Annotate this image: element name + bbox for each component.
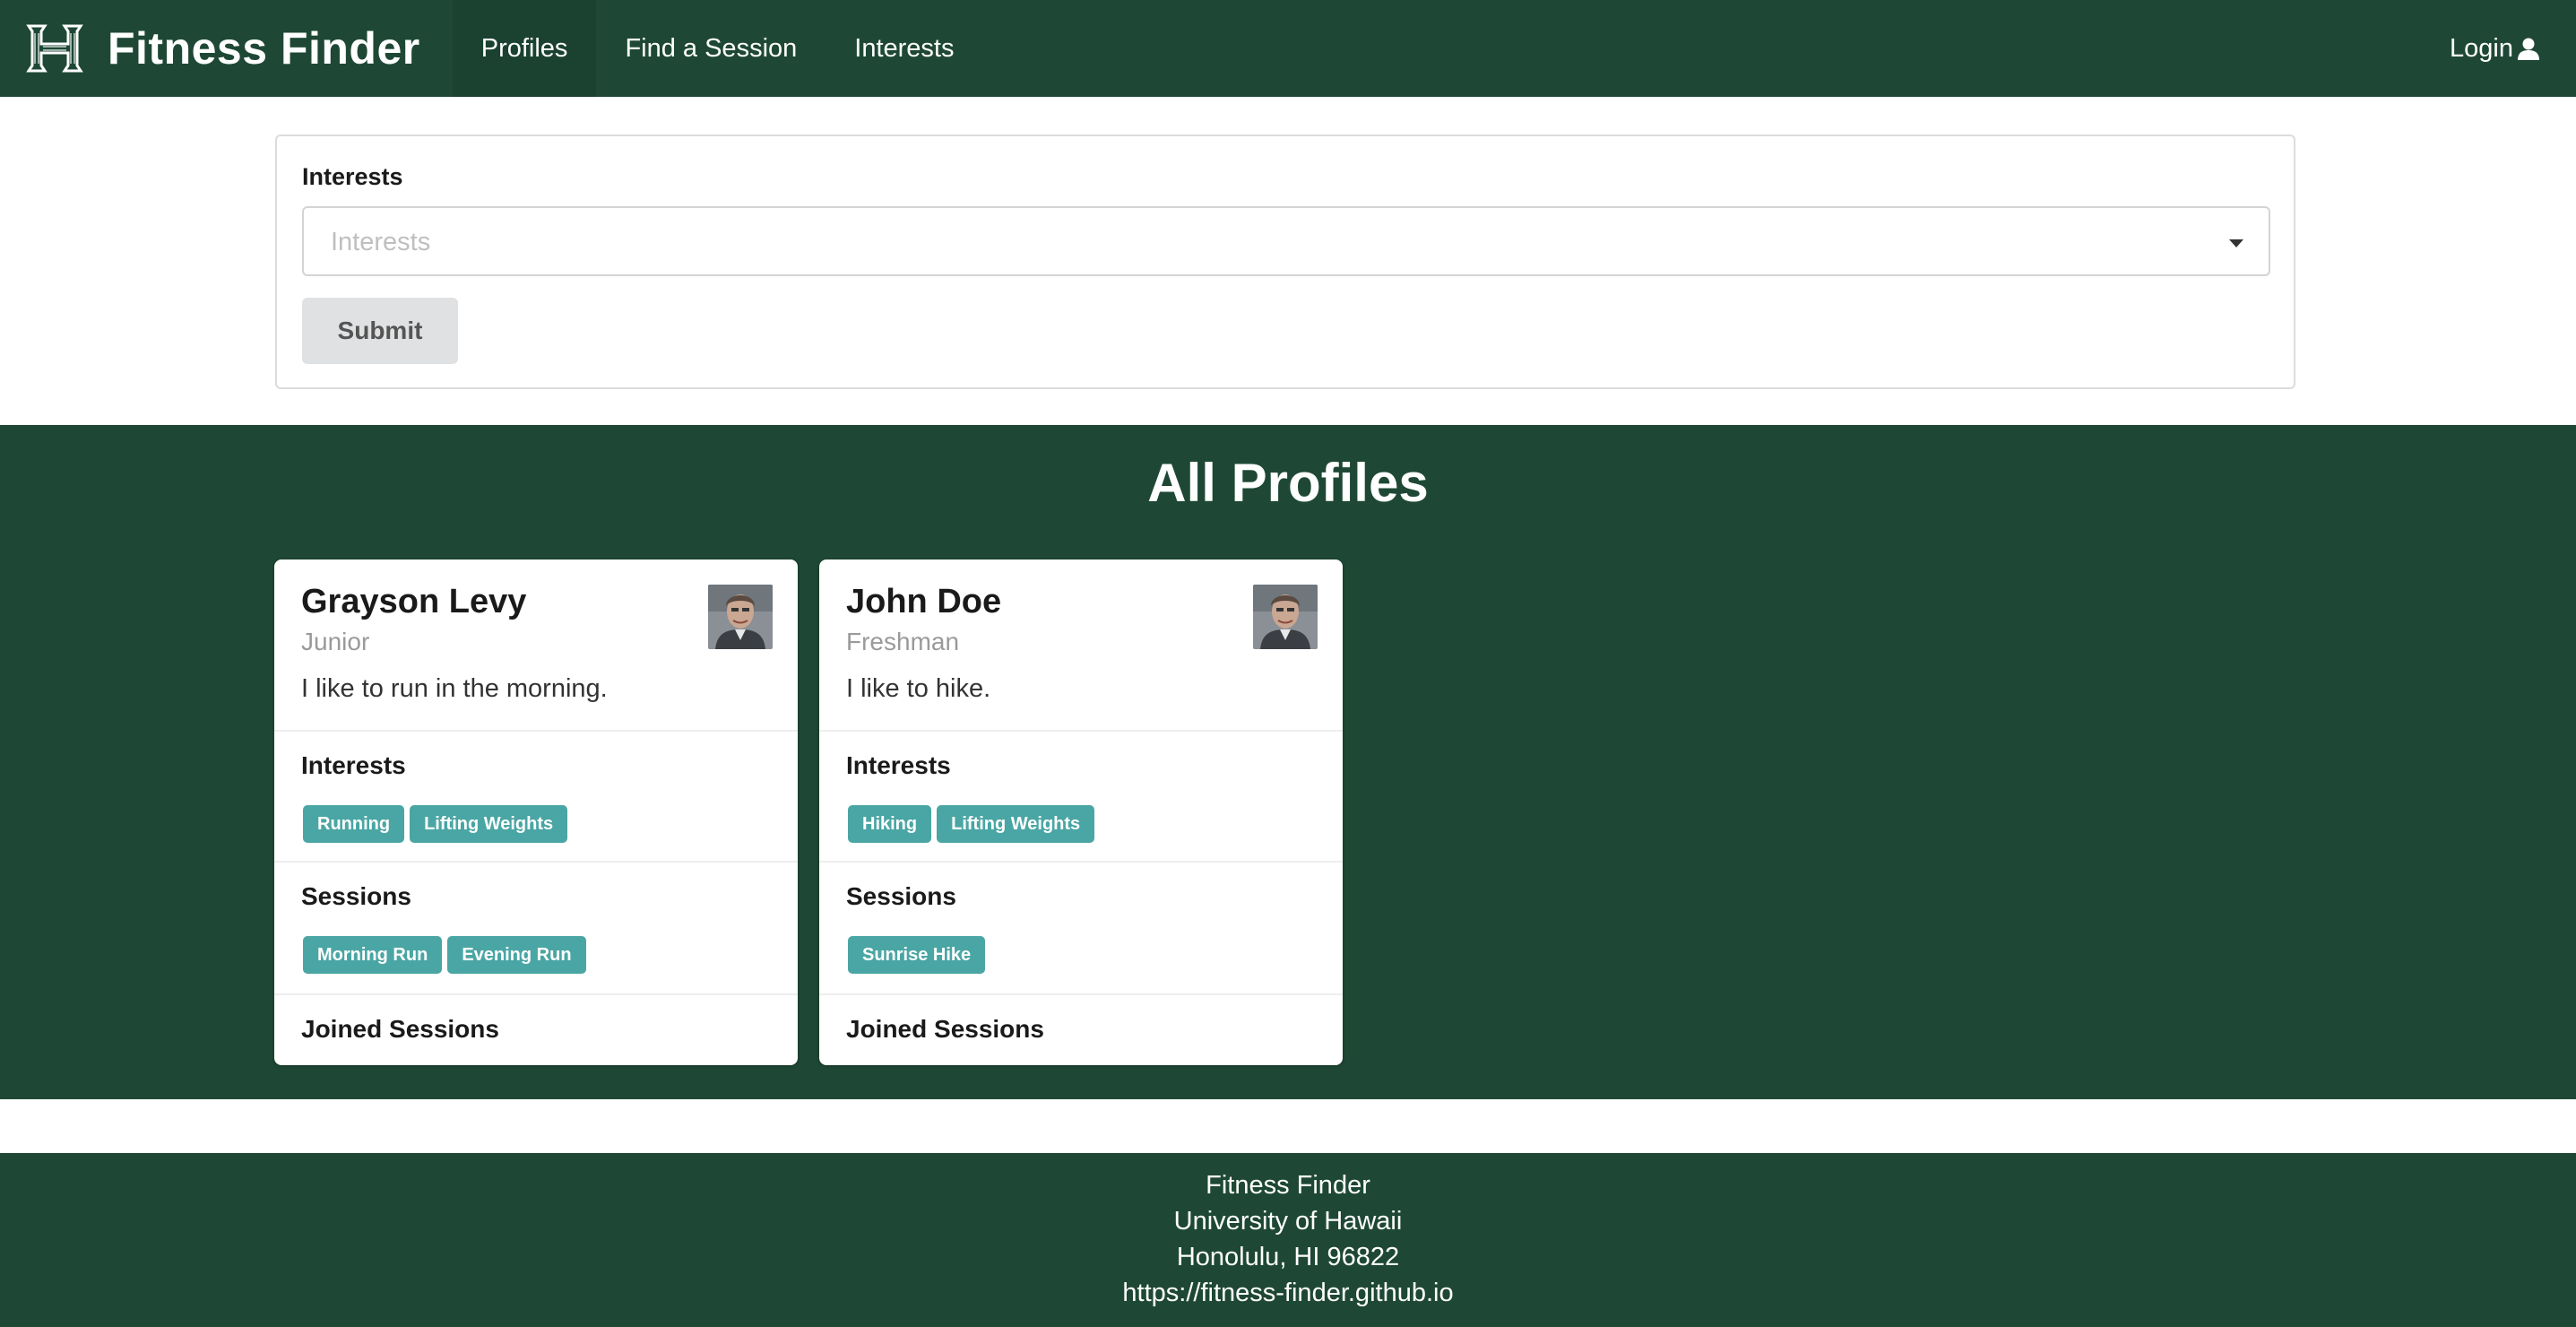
profile-bio: I like to run in the morning. (301, 674, 608, 703)
footer-url[interactable]: https://fitness-finder.github.io (0, 1279, 2576, 1308)
profiles-section: All Profiles Grayson Levy Junior I like … (0, 425, 2576, 1099)
footer-brand: Fitness Finder (1206, 1171, 1370, 1200)
interests-heading: Interests (301, 751, 406, 779)
session-tags: Sunrise Hike (848, 936, 986, 974)
card-divider (819, 993, 1343, 995)
profile-card-header: John Doe Freshman I like to hike. (819, 559, 1343, 730)
profile-year: Junior (301, 628, 370, 655)
interest-tag: Lifting Weights (410, 805, 568, 843)
nav-find-session[interactable]: Find a Session (596, 0, 826, 97)
interest-tag: Lifting Weights (937, 805, 1095, 843)
interest-tag: Hiking (848, 805, 932, 843)
login-button[interactable]: Login (2450, 0, 2540, 97)
section-title: All Profiles (1147, 453, 1429, 513)
top-navbar: Fitness Finder Profiles Find a Session I… (0, 0, 2576, 97)
joined-sessions-heading: Joined Sessions (846, 1015, 1044, 1043)
card-divider (274, 861, 798, 863)
profile-name: Grayson Levy (301, 583, 527, 620)
login-label: Login (2450, 33, 2513, 63)
footer: Fitness Finder University of Hawaii Hono… (0, 1153, 2576, 1327)
submit-button[interactable]: Submit (302, 298, 458, 364)
card-divider (819, 730, 1343, 732)
session-tag: Sunrise Hike (848, 936, 986, 974)
footer-address: Honolulu, HI 96822 (1176, 1243, 1400, 1271)
brand-link[interactable]: Fitness Finder (0, 0, 420, 97)
interests-heading: Interests (846, 751, 951, 779)
card-divider (274, 730, 798, 732)
avatar (708, 585, 773, 649)
profile-year: Freshman (846, 628, 960, 655)
interests-dropdown-placeholder: Interests (331, 228, 431, 256)
nav-profiles[interactable]: Profiles (452, 0, 597, 97)
interests-field-label: Interests (302, 163, 403, 190)
footer-university: University of Hawaii (1173, 1207, 1403, 1236)
profile-card: John Doe Freshman I like to hike. Intere… (819, 559, 1343, 1065)
profile-bio: I like to hike. (846, 674, 991, 703)
card-divider (819, 861, 1343, 863)
brand-title: Fitness Finder (108, 23, 420, 74)
session-tag: Morning Run (303, 936, 443, 974)
nav-interests[interactable]: Interests (826, 0, 982, 97)
interest-tag: Running (303, 805, 405, 843)
profile-card: Grayson Levy Junior I like to run in the… (274, 559, 798, 1065)
profile-card-header: Grayson Levy Junior I like to run in the… (274, 559, 798, 730)
interest-tags: Running Lifting Weights (303, 805, 568, 843)
interest-tags: Hiking Lifting Weights (848, 805, 1095, 843)
interests-dropdown[interactable]: Interests (302, 206, 2270, 276)
session-tags: Morning Run Evening Run (303, 936, 586, 974)
caret-down-icon (2229, 239, 2243, 247)
session-tag: Evening Run (447, 936, 586, 974)
uh-h-logo-icon (26, 24, 83, 73)
card-divider (274, 993, 798, 995)
profile-name: John Doe (846, 583, 1002, 620)
nav-links: Profiles Find a Session Interests (452, 0, 983, 97)
user-icon (2518, 38, 2539, 60)
avatar (1253, 585, 1318, 649)
sessions-heading: Sessions (301, 882, 411, 910)
joined-sessions-heading: Joined Sessions (301, 1015, 499, 1043)
sessions-heading: Sessions (846, 882, 956, 910)
interest-filter-form: Interests Interests Submit (275, 134, 2295, 389)
